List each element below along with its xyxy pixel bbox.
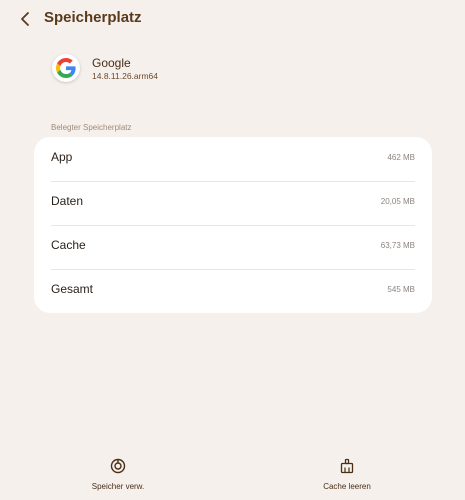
manage-storage-label: Speicher verw. (91, 482, 145, 491)
row-label: Cache (51, 238, 86, 252)
chevron-left-icon (21, 12, 29, 26)
storage-row-cache[interactable]: Cache 63,73 MB (51, 225, 415, 269)
back-button[interactable] (14, 8, 36, 30)
storage-row-app[interactable]: App 462 MB (51, 137, 415, 181)
header: Speicherplatz (0, 0, 465, 36)
row-value: 20,05 MB (380, 197, 415, 206)
row-label: Daten (51, 194, 84, 208)
manage-storage-button[interactable]: Speicher verw. (63, 456, 173, 496)
app-version: 14.8.11.26.arm64 (92, 71, 158, 81)
clear-cache-label: Cache leeren (323, 482, 371, 491)
storage-card: App 462 MB Daten 20,05 MB Cache 63,73 MB… (34, 137, 432, 313)
row-label: Gesamt (51, 282, 94, 296)
app-name: Google (92, 56, 131, 70)
broom-icon (339, 458, 355, 474)
row-value: 545 MB (387, 285, 415, 294)
row-value: 63,73 MB (380, 241, 415, 250)
storage-chart-icon (110, 458, 126, 474)
page-title: Speicherplatz (44, 9, 142, 26)
google-icon (52, 54, 80, 82)
storage-row-data[interactable]: Daten 20,05 MB (51, 181, 415, 225)
section-label: Belegter Speicherplatz (51, 123, 132, 132)
row-value: 462 MB (387, 153, 415, 162)
storage-row-total[interactable]: Gesamt 545 MB (51, 269, 415, 313)
row-label: App (51, 150, 73, 164)
clear-cache-button[interactable]: Cache leeren (292, 456, 402, 496)
